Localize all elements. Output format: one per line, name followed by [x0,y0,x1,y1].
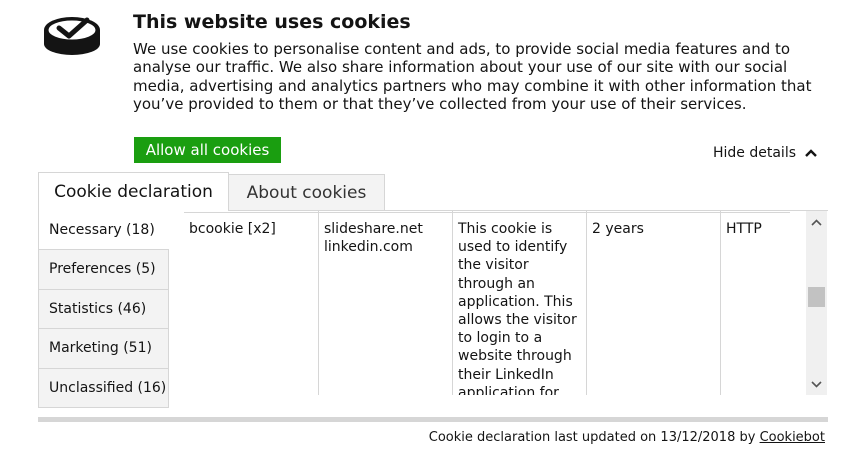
tab-cookie-declaration[interactable]: Cookie declaration [38,172,229,211]
hide-details-label: Hide details [713,145,797,161]
cookie-domain: slideshare.net [324,221,423,237]
cookie-expiry-cell: 2 years [586,211,720,395]
cookie-domain: linkedin.com [324,239,413,256]
cookie-domain-cell: slideshare.net linkedin.com [318,211,452,395]
footer-text: Cookie declaration last updated on 13/12… [428,430,760,445]
scrollbar-thumb[interactable] [808,286,825,307]
cookie-purpose-cell: This cookie is used to identify the visi… [452,211,586,395]
panel-bottom-bar [38,417,828,422]
scroll-up-arrow-icon[interactable] [806,213,827,231]
tab-about-cookies[interactable]: About cookies [228,174,385,211]
scroll-down-arrow-icon[interactable] [806,375,827,393]
category-marketing[interactable]: Marketing (51) [38,329,169,369]
cookiebot-check-logo-icon [42,12,102,58]
dialog-description: We use cookies to personalise content an… [133,40,812,113]
category-statistics[interactable]: Statistics (46) [38,289,169,330]
cookiebot-link[interactable]: Cookiebot [760,430,825,445]
allow-all-cookies-button[interactable]: Allow all cookies [134,137,281,163]
chevron-up-icon [805,149,817,157]
hide-details-toggle[interactable]: Hide details [713,145,817,161]
category-list: Necessary (18) Preferences (5) Statistic… [38,211,169,408]
cookie-table: bcookie [x2] slideshare.net linkedin.com… [184,211,806,395]
dialog-title: This website uses cookies [133,11,411,33]
cookie-type-cell: HTTP [720,211,806,395]
footer-note: Cookie declaration last updated on 13/12… [429,430,825,445]
cookie-name-cell: bcookie [x2] [189,221,276,237]
category-necessary[interactable]: Necessary (18) [38,211,169,251]
table-scrollbar[interactable] [806,211,827,395]
category-preferences[interactable]: Preferences (5) [38,250,169,290]
category-unclassified[interactable]: Unclassified (16) [38,368,169,408]
